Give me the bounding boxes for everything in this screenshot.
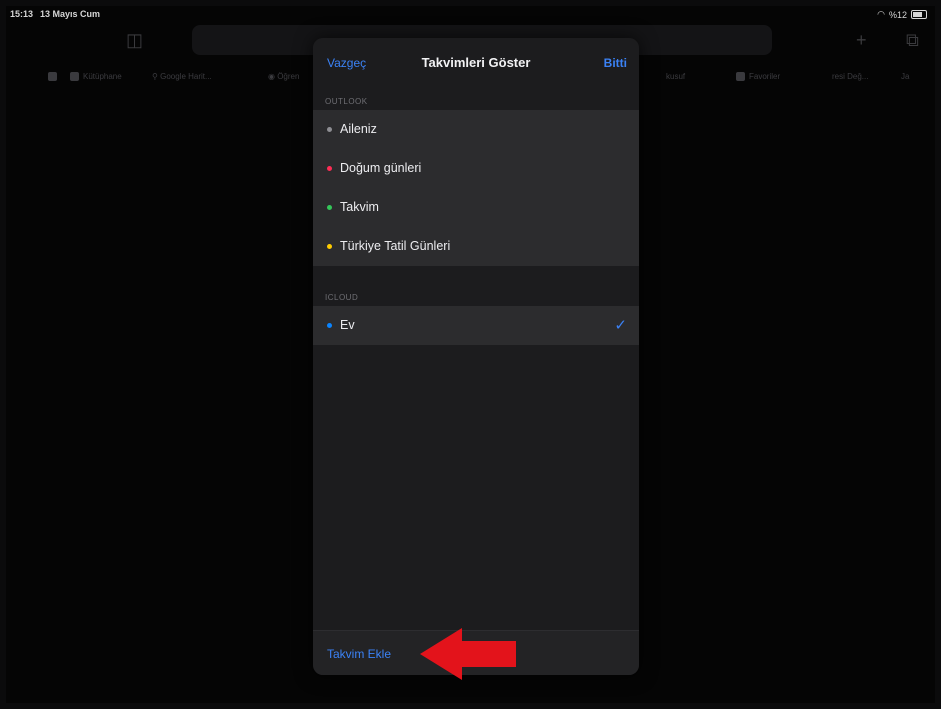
calendar-color-dot (327, 323, 332, 328)
calendar-color-dot (327, 205, 332, 210)
favorite-item[interactable]: Favoriler (736, 72, 781, 82)
favorite-item[interactable]: ◉ Öğren (268, 72, 299, 81)
calendar-label: Türkiye Tatil Günleri (340, 239, 451, 253)
wifi-icon: ◠ (877, 9, 885, 19)
calendar-group-outlook: Aileniz Doğum günleri Takvim Türkiye Tat… (313, 110, 639, 266)
calendar-label: Doğum günleri (340, 161, 422, 175)
favorite-item[interactable]: resi Değ... (832, 72, 868, 81)
calendar-row-dogum-gunleri[interactable]: Doğum günleri (313, 149, 639, 188)
favorite-item[interactable]: kusuf (666, 72, 685, 81)
sheet-nav-bar: Vazgeç Takvimleri Göster Bitti (313, 38, 639, 88)
favorite-label: kusuf (666, 72, 686, 81)
calendar-label: Takvim (340, 200, 379, 214)
calendar-color-dot (327, 244, 332, 249)
favorite-label: resi Değ... (832, 72, 869, 81)
section-header-icloud: ICLOUD (313, 284, 639, 306)
sidebar-icon[interactable]: ◫ (126, 30, 143, 51)
calendar-row-ev[interactable]: Ev ✓ (313, 306, 639, 345)
tabs-overview-icon[interactable]: ⧉ (906, 30, 919, 51)
sheet-title: Takvimleri Göster (421, 55, 531, 70)
favorite-item[interactable]: Ja (901, 72, 909, 81)
status-bar: 15:13 13 Mayıs Cum ◠ %12 (6, 6, 935, 22)
calendar-color-dot (327, 166, 332, 171)
calendar-group-icloud: Ev ✓ (313, 306, 639, 345)
calendar-row-turkiye-tatil-gunleri[interactable]: Türkiye Tatil Günleri (313, 227, 639, 266)
favorite-label: Kütüphane (83, 72, 122, 81)
battery-icon (911, 10, 927, 19)
checkmark-icon: ✓ (614, 317, 627, 334)
status-right: ◠ %12 (877, 9, 927, 20)
section-header-label: ICLOUD (325, 293, 359, 302)
favicon-icon (70, 72, 79, 82)
favicon-icon (736, 72, 745, 82)
favorite-item[interactable]: Kütüphane (70, 72, 122, 82)
favorite-label: Favoriler (749, 72, 781, 81)
section-header-label: OUTLOOK (325, 97, 368, 106)
add-calendar-button[interactable]: Takvim Ekle (327, 647, 391, 661)
status-date: 13 Mayıs Cum (40, 9, 101, 19)
calendar-label: Aileniz (340, 122, 377, 136)
pin-icon: ⚲ (152, 72, 161, 81)
status-time: 15:13 (10, 9, 34, 19)
battery-percent: %12 (888, 9, 907, 20)
section-spacer (313, 266, 639, 284)
calendar-color-dot (327, 127, 332, 132)
calendar-row-aileniz[interactable]: Aileniz (313, 110, 639, 149)
favorite-label: Google Harit... (160, 72, 212, 81)
favorite-label: Ja (901, 72, 910, 81)
favorite-item[interactable]: ⚲ Google Harit... (152, 72, 212, 81)
show-calendars-sheet: Vazgeç Takvimleri Göster Bitti OUTLOOK A… (313, 38, 639, 675)
new-tab-icon[interactable]: + (856, 30, 867, 51)
favicon-icon (48, 72, 57, 82)
favorite-item[interactable] (48, 72, 61, 82)
arrow-icon (420, 628, 516, 680)
compass-icon: ◉ (268, 72, 278, 81)
red-arrow-annotation (420, 628, 516, 680)
section-header-outlook: OUTLOOK (313, 88, 639, 110)
calendar-row-takvim[interactable]: Takvim (313, 188, 639, 227)
done-button[interactable]: Bitti (604, 56, 627, 70)
calendar-label: Ev (340, 318, 355, 332)
favorite-label: Öğren (277, 72, 300, 81)
